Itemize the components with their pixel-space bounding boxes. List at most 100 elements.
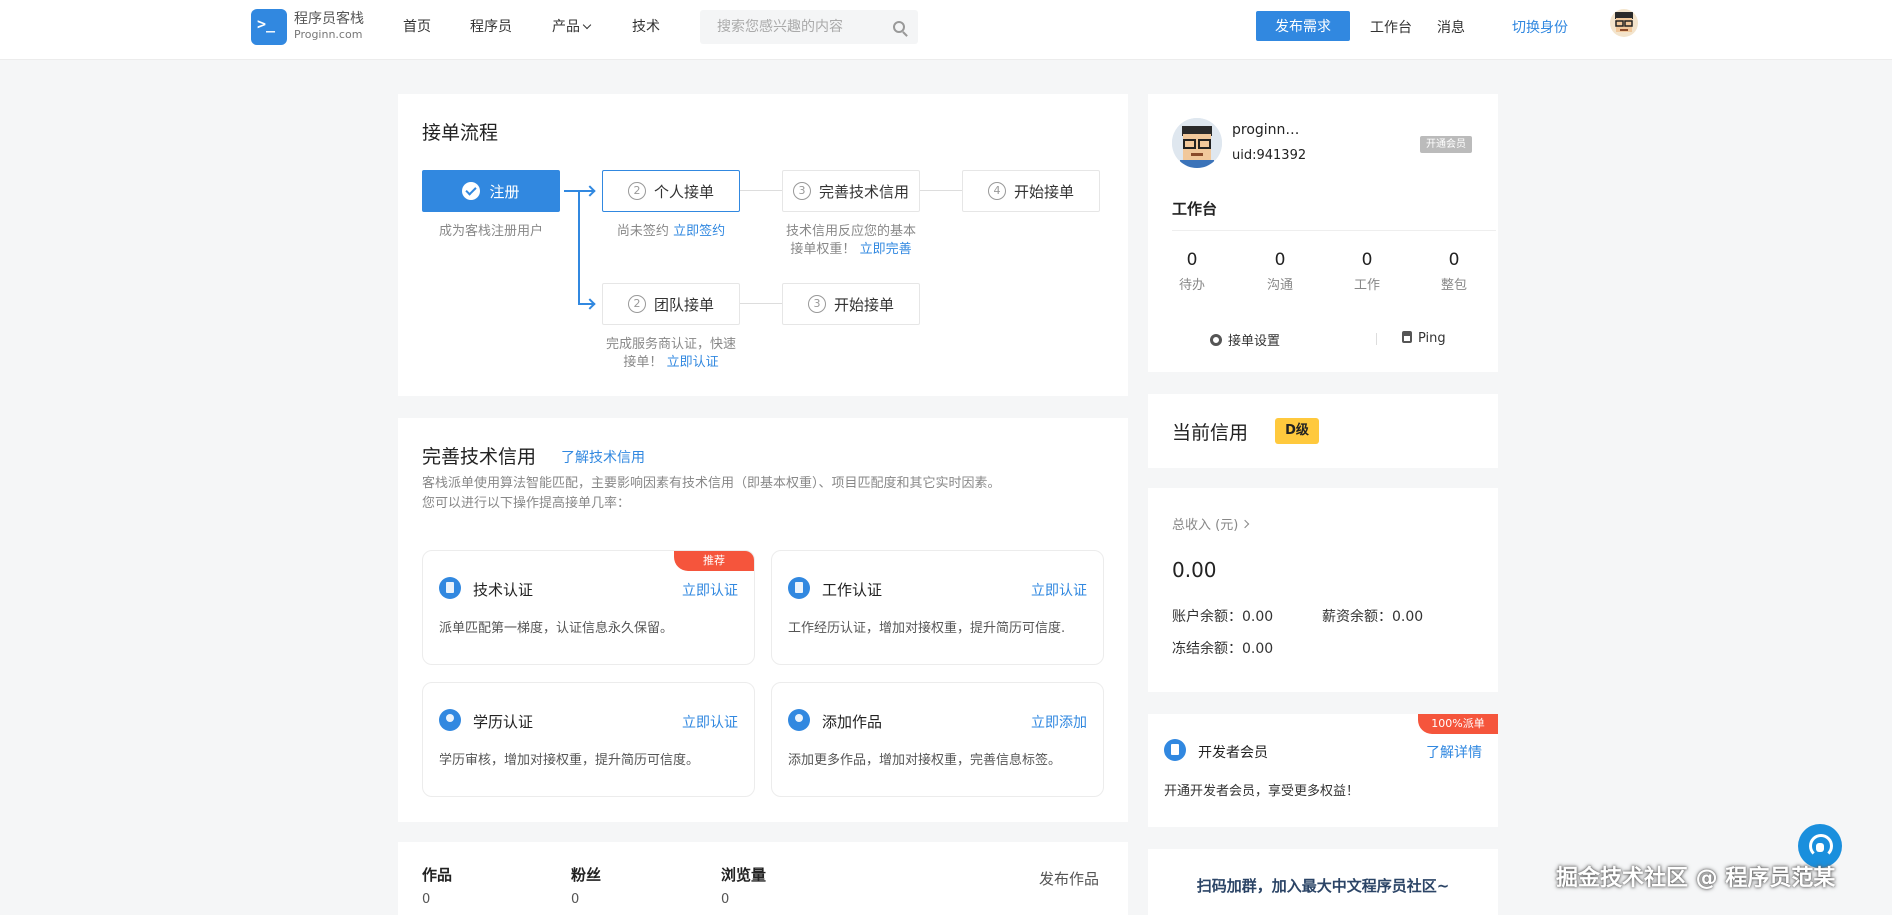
member-details-link[interactable]: 了解详情: [1426, 742, 1482, 762]
step-team-start[interactable]: 3 开始接单: [782, 283, 920, 325]
order-settings-button[interactable]: 接单设置: [1210, 330, 1280, 349]
member-desc: 开通开发者会员，享受更多权益！: [1164, 784, 1360, 799]
step-number: 3: [792, 182, 811, 200]
step-team-label: 团队接单: [653, 295, 714, 314]
order-flow-panel: 接单流程 注册 2 个人接单 3 完善技术信用 4 开始接单 成为客栈注册用户 …: [398, 94, 1128, 396]
work-count[interactable]: 0: [1337, 250, 1397, 270]
avatar[interactable]: [1172, 118, 1222, 168]
step-register[interactable]: 注册: [422, 170, 560, 212]
search-input[interactable]: [700, 10, 890, 44]
works-panel: 作品 0 粉丝 0 浏览量 0 发布作品: [398, 842, 1128, 915]
thumbs-up-icon: [788, 577, 810, 599]
step-tech-credit-label: 完善技术信用: [818, 182, 909, 201]
credit-desc: 技术信用反应您的基本 接单权重！ 立即完善: [782, 223, 920, 259]
ping-label: Ping: [1418, 331, 1446, 346]
logo[interactable]: 程序员客栈 Proginn.com: [294, 10, 364, 42]
member-icon: [1164, 739, 1186, 761]
username[interactable]: proginn…: [1232, 122, 1299, 138]
flow-connector: [920, 190, 962, 191]
edu-cert-link[interactable]: 立即认证: [682, 712, 738, 732]
learn-credit-link[interactable]: 了解技术信用: [561, 447, 645, 467]
user-icon: [788, 709, 810, 731]
chat-count[interactable]: 0: [1250, 250, 1310, 270]
step-number: 3: [807, 295, 826, 313]
flow-branch-line: [578, 190, 580, 304]
nav-programmers[interactable]: 程序员: [470, 18, 512, 36]
income-panel: 总收入 (元) 0.00 账户余额：0.00 薪资余额：0.00 冻结余额：0.…: [1148, 488, 1498, 692]
step-team-start-label: 开始接单: [833, 295, 894, 314]
improve-now-link[interactable]: 立即完善: [860, 242, 912, 257]
step-start-order[interactable]: 4 开始接单: [962, 170, 1100, 212]
total-income-value: 0.00: [1172, 558, 1217, 582]
chevron-right-icon: [1241, 519, 1250, 529]
developer-member-panel: 100%派单 开发者会员 了解详情 开通开发者会员，享受更多权益！: [1148, 714, 1498, 827]
open-vip-badge[interactable]: 开通会员: [1420, 136, 1472, 153]
tech-cert-link[interactable]: 立即认证: [682, 580, 738, 600]
balance-value: 0.00: [1242, 609, 1274, 625]
publish-demand-button[interactable]: 发布需求: [1256, 11, 1350, 41]
credit-desc-line1: 技术信用反应您的基本: [785, 224, 916, 239]
ping-button[interactable]: Ping: [1374, 330, 1446, 346]
balance-label: 账户余额：: [1172, 609, 1242, 625]
salary-label: 薪资余额：: [1322, 609, 1392, 625]
credit-desc-text: 接单权重！: [790, 242, 856, 257]
package-count[interactable]: 0: [1424, 250, 1484, 270]
fans-label: 粉丝: [571, 866, 602, 884]
arrow-right-icon: [584, 185, 596, 197]
todo-count[interactable]: 0: [1162, 250, 1222, 270]
workbench-link[interactable]: 工作台: [1370, 17, 1412, 37]
sign-now-link[interactable]: 立即签约: [673, 224, 725, 239]
search-box: [700, 10, 918, 44]
certify-now-link[interactable]: 立即认证: [667, 355, 719, 370]
card-title: 技术认证: [473, 581, 534, 599]
join-group-text[interactable]: 扫码加群，加入最大中文程序员社区~: [1148, 875, 1498, 896]
hand-pointer-icon: [1402, 331, 1412, 343]
step-personal[interactable]: 2 个人接单: [602, 170, 740, 212]
salary-value: 0.00: [1392, 609, 1424, 625]
switch-identity-link[interactable]: 切换身份: [1512, 17, 1568, 37]
credit-level-badge[interactable]: D级: [1275, 418, 1319, 444]
credit-section-desc-1: 客栈派单使用算法智能匹配，主要影响因素有技术信用（即基本权重）、项目匹配度和其它…: [422, 476, 1001, 491]
step-tech-credit[interactable]: 3 完善技术信用: [782, 170, 920, 212]
register-desc: 成为客栈注册用户: [438, 224, 543, 239]
join-group-panel: 扫码加群，加入最大中文程序员社区~: [1148, 849, 1498, 915]
views-label: 浏览量: [721, 866, 767, 884]
nav-home[interactable]: 首页: [403, 18, 431, 36]
step-team[interactable]: 2 团队接单: [602, 283, 740, 325]
current-credit-title: 当前信用: [1172, 422, 1249, 444]
recommend-badge: 推荐: [674, 551, 754, 571]
step-start-label: 开始接单: [1013, 182, 1074, 201]
todo-label: 待办: [1178, 278, 1205, 293]
work-cert-card: 工作认证 立即认证 工作经历认证，增加对接权重，提升简历可信度.: [771, 550, 1104, 665]
step-number: 2: [627, 182, 646, 200]
frozen-label: 冻结余额：: [1172, 641, 1242, 657]
nav-products[interactable]: 产品: [552, 18, 592, 36]
total-income-label: 总收入 (元): [1172, 518, 1239, 533]
flow-connector: [740, 190, 782, 191]
logo-title: 程序员客栈: [294, 11, 364, 27]
top-navbar: >_ 程序员客栈 Proginn.com 首页 程序员 产品 技术 发布需求 工…: [0, 0, 1892, 60]
nav-tech[interactable]: 技术: [632, 18, 660, 36]
messages-link[interactable]: 消息: [1437, 17, 1465, 37]
cert-icon: [439, 577, 461, 599]
work-cert-link[interactable]: 立即认证: [1031, 580, 1087, 600]
step-number: 4: [987, 182, 1006, 200]
fans-count: 0: [571, 892, 580, 907]
logo-subtitle: Proginn.com: [294, 28, 363, 41]
card-desc: 派单匹配第一梯度，认证信息永久保留。: [439, 621, 674, 636]
publish-works-link[interactable]: 发布作品: [1039, 868, 1099, 889]
team-desc-line2: 接单！ 立即认证: [594, 354, 748, 372]
avatar[interactable]: [1610, 9, 1638, 37]
search-icon[interactable]: [893, 21, 905, 33]
user-id: uid:941392: [1232, 148, 1307, 163]
step-number: 2: [627, 295, 646, 313]
works-count: 0: [422, 892, 431, 907]
add-works-link[interactable]: 立即添加: [1031, 712, 1087, 732]
credit-desc-line2: 接单权重！ 立即完善: [782, 241, 920, 259]
total-income-link[interactable]: 总收入 (元): [1172, 514, 1250, 533]
logo-icon[interactable]: >_: [251, 9, 287, 45]
step-register-label: 注册: [489, 182, 520, 201]
chat-label: 沟通: [1266, 278, 1293, 293]
dispatch-badge: 100%派单: [1418, 714, 1498, 734]
tech-credit-panel: 完善技术信用 了解技术信用 客栈派单使用算法智能匹配，主要影响因素有技术信用（即…: [398, 418, 1128, 822]
